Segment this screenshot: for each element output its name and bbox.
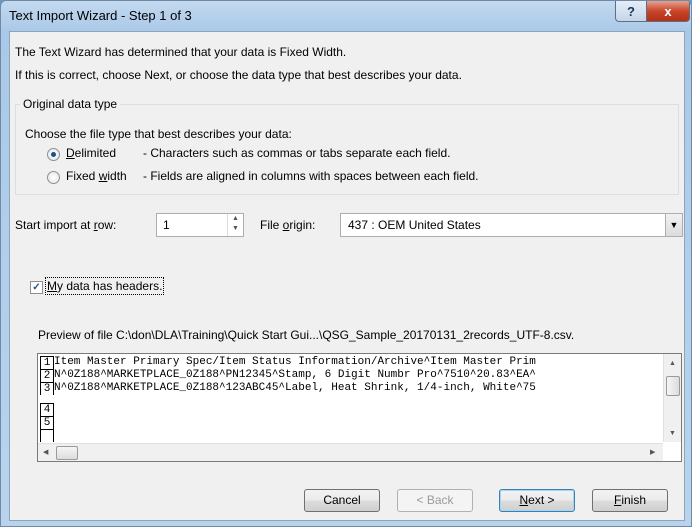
headers-label[interactable]: My data has headers.	[44, 277, 165, 295]
back-button[interactable]: < Back	[397, 489, 473, 512]
preview-horizontal-scrollbar[interactable]: ◀ ▶	[38, 443, 663, 461]
delimited-label[interactable]: Delimited	[66, 146, 116, 160]
dialog-window: Text Import Wizard - Step 1 of 3 ? x The…	[0, 0, 692, 527]
spin-down-icon[interactable]: ▼	[228, 224, 243, 234]
original-data-type-group: Original data type Choose the file type …	[15, 97, 679, 195]
vertical-scroll-thumb[interactable]	[666, 376, 680, 396]
title-bar[interactable]: Text Import Wizard - Step 1 of 3 ? x	[1, 1, 691, 31]
intro-line-2: If this is correct, choose Next, or choo…	[15, 68, 462, 82]
file-type-prompt: Choose the file type that best describes…	[25, 127, 292, 141]
spinner-arrows[interactable]: ▲ ▼	[227, 214, 243, 236]
horizontal-scroll-thumb[interactable]	[56, 446, 78, 460]
start-row-spinner[interactable]: 1 ▲ ▼	[156, 213, 244, 237]
group-title: Original data type	[20, 97, 121, 111]
start-row-label: Start import at row:	[15, 218, 117, 232]
scroll-right-icon[interactable]: ▶	[650, 448, 655, 456]
preview-content: 1 Item Master Primary Spec/Item Status In…	[40, 356, 662, 442]
file-origin-label: File origin:	[260, 218, 316, 232]
file-origin-value[interactable]: 437 : OEM United States	[348, 218, 481, 232]
chevron-down-icon[interactable]: ▼	[665, 214, 682, 236]
close-button[interactable]: x	[646, 1, 690, 22]
next-button[interactable]: Next >	[499, 489, 575, 512]
finish-button[interactable]: Finish	[592, 489, 668, 512]
fixed-width-radio[interactable]	[47, 171, 60, 184]
scroll-down-icon[interactable]: ▼	[669, 430, 676, 437]
intro-line-1: The Text Wizard has determined that your…	[15, 45, 347, 59]
cancel-button[interactable]: Cancel	[304, 489, 380, 512]
window-title: Text Import Wizard - Step 1 of 3	[9, 8, 192, 23]
headers-checkbox[interactable]: ✓	[30, 281, 43, 294]
close-icon: x	[664, 3, 672, 19]
scroll-up-icon[interactable]: ▲	[669, 360, 676, 367]
help-icon: ?	[627, 3, 635, 19]
fixed-width-label[interactable]: Fixed width	[66, 169, 127, 183]
scroll-left-icon[interactable]: ◀	[43, 448, 48, 456]
delimited-description: - Characters such as commas or tabs sepa…	[143, 146, 451, 160]
dialog-body: The Text Wizard has determined that your…	[9, 31, 685, 521]
file-origin-select[interactable]: 437 : OEM United States ▼	[340, 213, 683, 237]
fixed-width-description: - Fields are aligned in columns with spa…	[143, 169, 479, 183]
help-button[interactable]: ?	[615, 1, 647, 22]
preview-pane[interactable]: 1 Item Master Primary Spec/Item Status In…	[37, 353, 682, 462]
preview-title: Preview of file C:\don\DLA\Training\Quic…	[38, 328, 575, 342]
spin-up-icon[interactable]: ▲	[228, 214, 243, 224]
start-row-value[interactable]: 1	[163, 218, 170, 232]
preview-vertical-scrollbar[interactable]: ▲ ▼	[663, 354, 681, 442]
delimited-radio[interactable]	[47, 148, 60, 161]
